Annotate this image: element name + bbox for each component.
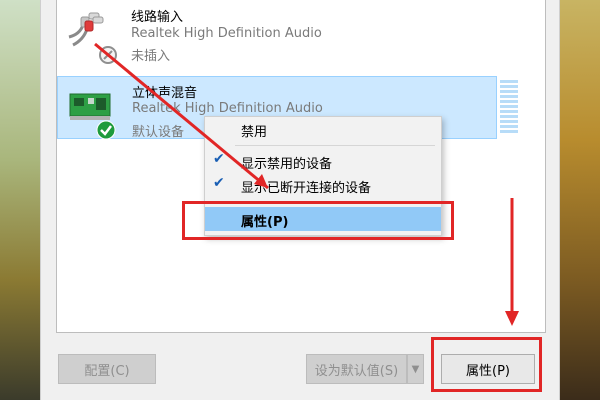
annotation-arrow-head — [505, 311, 519, 326]
annotation-arrow-line — [94, 42, 269, 190]
annotation-arrow-head — [254, 174, 268, 188]
annotation-arrows — [94, 42, 519, 326]
